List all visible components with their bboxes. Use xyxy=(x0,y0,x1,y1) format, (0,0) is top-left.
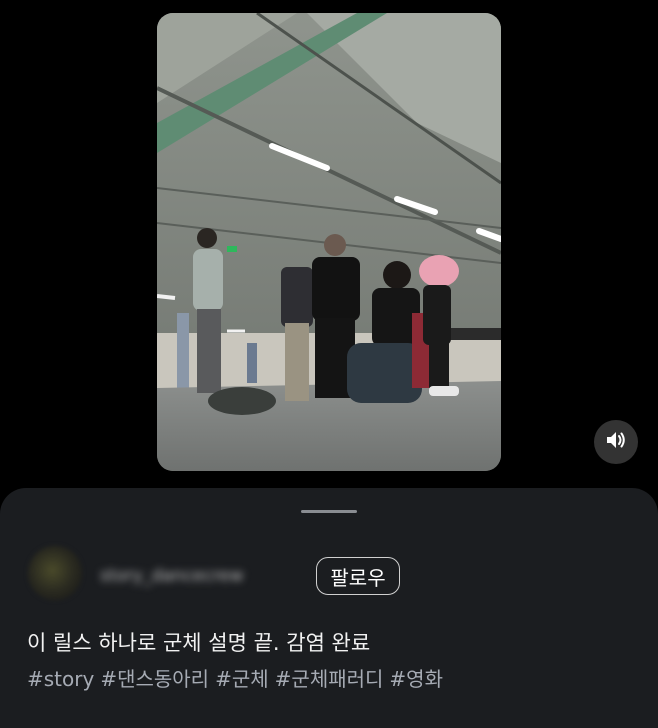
hashtag-list: #story #댄스동아리 #군체 #군체패러디 #영화 xyxy=(27,663,449,692)
post-caption: 이 릴스 하나로 군체 설명 끝. 감염 완료 xyxy=(27,631,371,655)
video-still-image xyxy=(157,13,501,471)
hashtag-link[interactable]: #군체패러디 xyxy=(275,667,384,691)
hashtag-link[interactable]: #영화 xyxy=(389,667,443,691)
hashtag-link[interactable]: #군체 xyxy=(215,667,269,691)
hashtag-link[interactable]: #댄스동아리 xyxy=(100,667,209,691)
post-info-sheet: story_dancecrew 팔로우 이 릴스 하나로 군체 설명 끝. 감염… xyxy=(0,488,658,728)
follow-button[interactable]: 팔로우 xyxy=(316,557,400,595)
avatar[interactable] xyxy=(28,546,82,600)
mute-button[interactable] xyxy=(594,420,638,464)
sheet-grabber-handle[interactable] xyxy=(301,510,357,513)
reel-video[interactable] xyxy=(157,13,501,471)
speaker-icon xyxy=(606,431,626,453)
username[interactable]: story_dancecrew xyxy=(100,566,296,586)
reel-video-area[interactable] xyxy=(0,0,658,490)
hashtag-link[interactable]: #story xyxy=(27,667,94,691)
